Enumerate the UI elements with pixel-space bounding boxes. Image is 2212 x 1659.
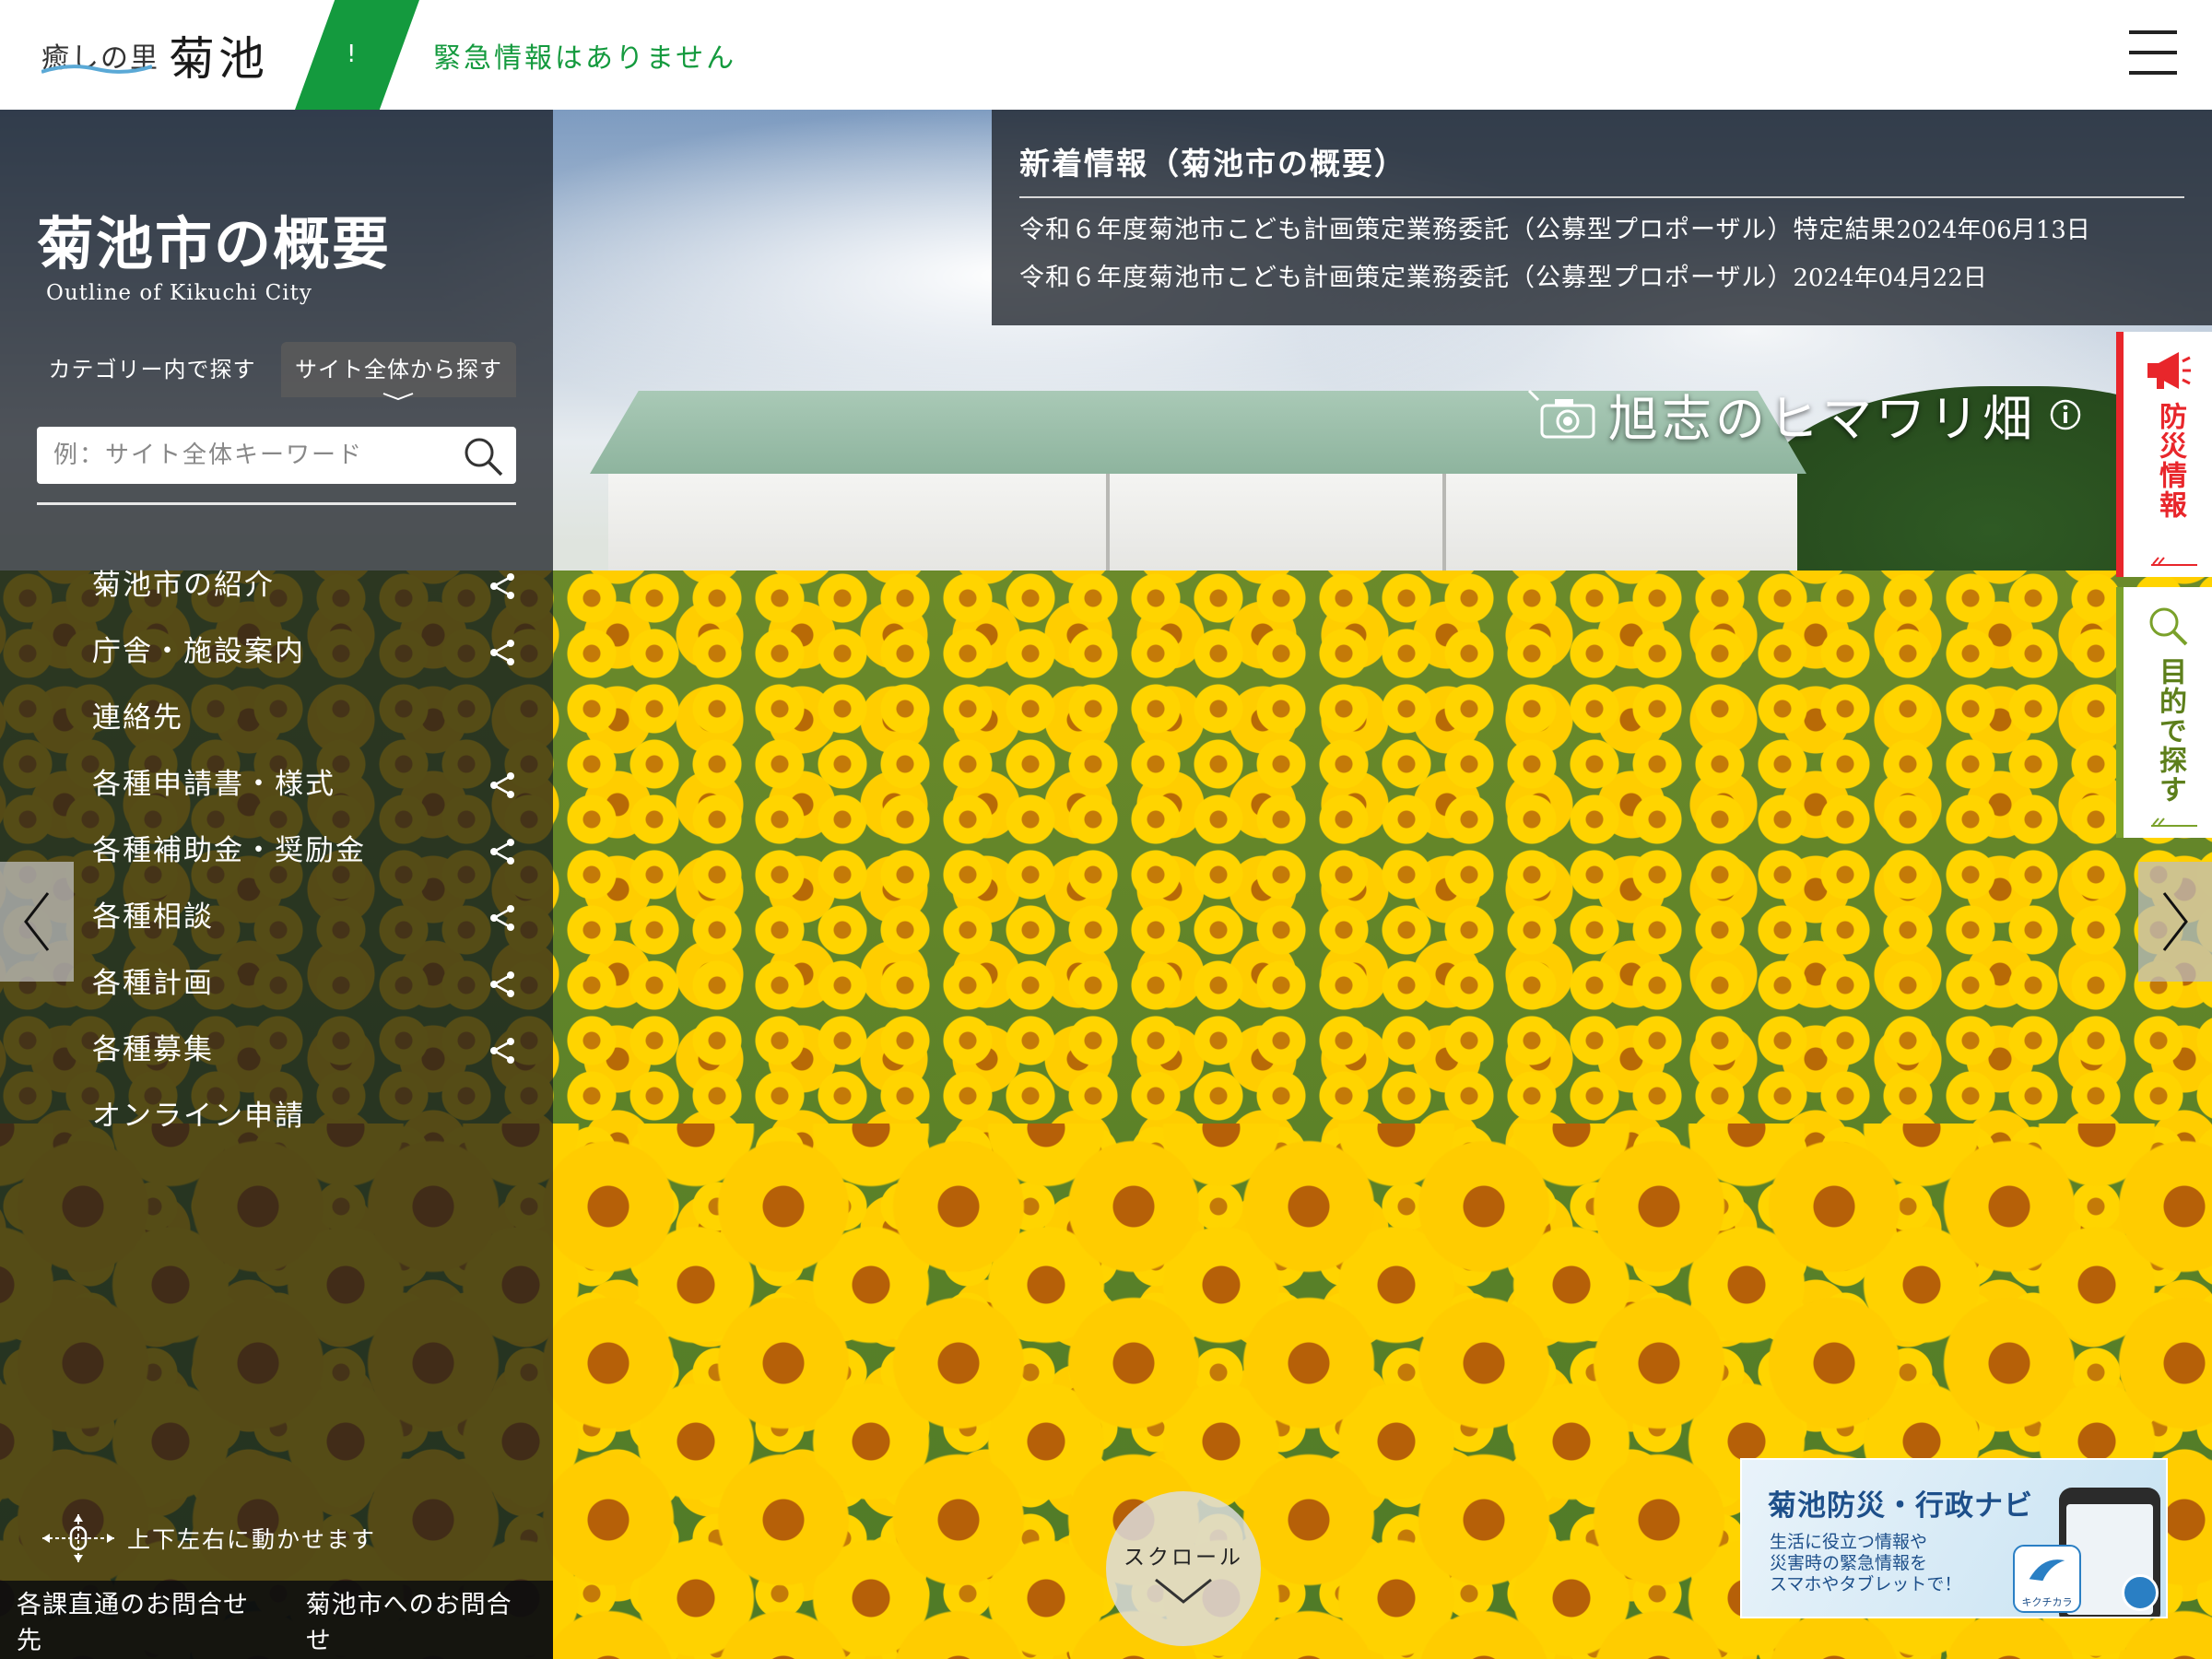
chevron-down-icon <box>382 393 414 401</box>
menu-button[interactable] <box>2129 30 2177 76</box>
search-box <box>37 427 516 484</box>
slash-decoration <box>2151 557 2197 566</box>
nav-item-label: オンライン申請 <box>92 1100 305 1133</box>
disaster-info-label: 防災情報 <box>2154 402 2186 520</box>
page-title: 菊池市の概要 <box>37 210 392 277</box>
nav-item-recruitment[interactable]: 各種募集 <box>92 1017 525 1083</box>
chat-icon <box>2122 1574 2159 1611</box>
share-icon[interactable] <box>488 639 516 666</box>
chevron-left-icon <box>24 892 50 951</box>
search-input[interactable] <box>37 427 452 484</box>
nav-item-subsidies[interactable]: 各種補助金・奨励金 <box>92 818 525 884</box>
alert-band <box>295 0 419 110</box>
logo-city-name: 菊池 <box>169 32 268 86</box>
nav-item-contact[interactable]: 連絡先 <box>92 685 525 751</box>
slider-next-button[interactable] <box>2138 862 2212 982</box>
nav-item-label: 連絡先 <box>92 701 183 735</box>
app-banner-title: 菊池防災・行政ナビ <box>1768 1489 2033 1523</box>
share-icon[interactable] <box>488 1037 516 1065</box>
search-by-purpose-tab[interactable]: 目的で探す <box>2116 587 2212 838</box>
app-logo-text: キクチカラ <box>2021 1596 2073 1608</box>
share-icon[interactable] <box>488 838 516 865</box>
app-logo-icon <box>2029 1559 2065 1582</box>
move-icon <box>42 1514 114 1562</box>
tab-search-site[interactable]: サイト全体から探す <box>281 342 516 397</box>
department-contact-link[interactable]: 各課直通のお問合せ先 <box>17 1584 269 1656</box>
nav-item-label: 各種補助金・奨励金 <box>92 834 366 867</box>
nav-item-label: 各種相談 <box>92 900 214 934</box>
nav-item-label: 庁舎・施設案内 <box>92 635 305 668</box>
app-logo: キクチカラ <box>2013 1545 2081 1613</box>
slash-decoration <box>2151 818 2197 827</box>
search-icon[interactable] <box>461 434 505 478</box>
nav-item-introduction[interactable]: 菊池市の紹介 <box>92 552 525 618</box>
search-icon <box>2149 607 2188 646</box>
chevron-down-icon <box>1155 1578 1212 1604</box>
move-hint: 上下左右に動かせます <box>37 1511 376 1566</box>
city-inquiry-link[interactable]: 菊池市へのお問合せ <box>306 1584 533 1656</box>
scroll-label: スクロール <box>1124 1546 1243 1570</box>
nav-item-label: 各種募集 <box>92 1033 214 1066</box>
move-hint-text: 上下左右に動かせます <box>127 1526 377 1553</box>
nav-item-label: 菊池市の紹介 <box>92 569 275 602</box>
footer-bar: 各課直通のお問合せ先 菊池市へのお問合せ <box>0 1581 553 1659</box>
disaster-info-tab[interactable]: 防災情報 <box>2116 332 2212 577</box>
menu-icon <box>2129 30 2177 34</box>
news-divider <box>1019 196 2184 198</box>
logo-wave-icon <box>41 65 152 74</box>
news-date: 2024年04月22日 <box>1793 265 1987 292</box>
chevron-right-icon <box>2162 892 2188 951</box>
app-banner[interactable]: 菊池防災・行政ナビ 生活に役立つ情報や 災害時の緊急情報を スマホやタブレットで… <box>1740 1458 2168 1618</box>
news-title: 令和６年度菊池市こども計画策定業務委託（公募型プロポーザル）特定結果 <box>1019 216 1897 244</box>
page-subtitle: Outline of Kikuchi City <box>46 281 312 305</box>
nav-item-consultation[interactable]: 各種相談 <box>92 884 525 950</box>
photo-caption: 旭志のヒマワリ畑 <box>1525 378 2082 451</box>
news-date: 2024年06月13日 <box>1896 217 2090 244</box>
scroll-down-button[interactable]: スクロール <box>1106 1491 1261 1646</box>
app-banner-description: 生活に役立つ情報や 災害時の緊急情報を スマホやタブレットで！ <box>1770 1532 1962 1594</box>
search-by-purpose-label: 目的で探す <box>2154 657 2186 805</box>
camera-icon <box>1527 389 1595 438</box>
site-header: 癒しの里 菊池 ! 緊急情報はありません <box>0 0 2212 110</box>
share-icon[interactable] <box>488 904 516 932</box>
alert-icon: ! <box>347 41 357 68</box>
nav-item-plans[interactable]: 各種計画 <box>92 950 525 1017</box>
megaphone-icon <box>2147 352 2191 389</box>
divider <box>37 502 516 505</box>
tab-search-category[interactable]: カテゴリー内で探す <box>37 342 267 397</box>
nav-item-label: 各種計画 <box>92 967 214 1000</box>
news-item[interactable]: 令和６年度菊池市こども計画策定業務委託（公募型プロポーザル）2024年04月22… <box>1019 257 1987 293</box>
share-icon[interactable] <box>488 572 516 600</box>
photo-caption-text: 旭志のヒマワリ畑 <box>1608 390 2036 448</box>
nav-item-label: 各種申請書・様式 <box>92 768 335 801</box>
news-heading: 新着情報（菊池市の概要） <box>1019 146 1406 182</box>
news-title: 令和６年度菊池市こども計画策定業務委託（公募型プロポーザル） <box>1019 264 1794 292</box>
emergency-status-text[interactable]: 緊急情報はありません <box>433 35 736 76</box>
news-item[interactable]: 令和６年度菊池市こども計画策定業務委託（公募型プロポーザル）特定結果2024年0… <box>1019 209 2090 245</box>
nav-item-online-application[interactable]: オンライン申請 <box>92 1083 525 1149</box>
info-icon[interactable] <box>2049 398 2082 431</box>
site-logo[interactable]: 癒しの里 菊池 <box>41 26 272 86</box>
nav-item-forms[interactable]: 各種申請書・様式 <box>92 751 525 818</box>
share-icon[interactable] <box>488 971 516 998</box>
news-panel: 新着情報（菊池市の概要） 令和６年度菊池市こども計画策定業務委託（公募型プロポー… <box>992 110 2212 325</box>
nav-item-facilities[interactable]: 庁舎・施設案内 <box>92 618 525 685</box>
slider-prev-button[interactable] <box>0 862 74 982</box>
share-icon[interactable] <box>488 771 516 799</box>
category-nav: 菊池市の紹介 庁舎・施設案内 連絡先 各種申請書・様式 各種補助金・奨励金 各種… <box>92 552 525 1149</box>
left-panel: 菊池市の概要 Outline of Kikuchi City カテゴリー内で探す… <box>0 110 553 1659</box>
